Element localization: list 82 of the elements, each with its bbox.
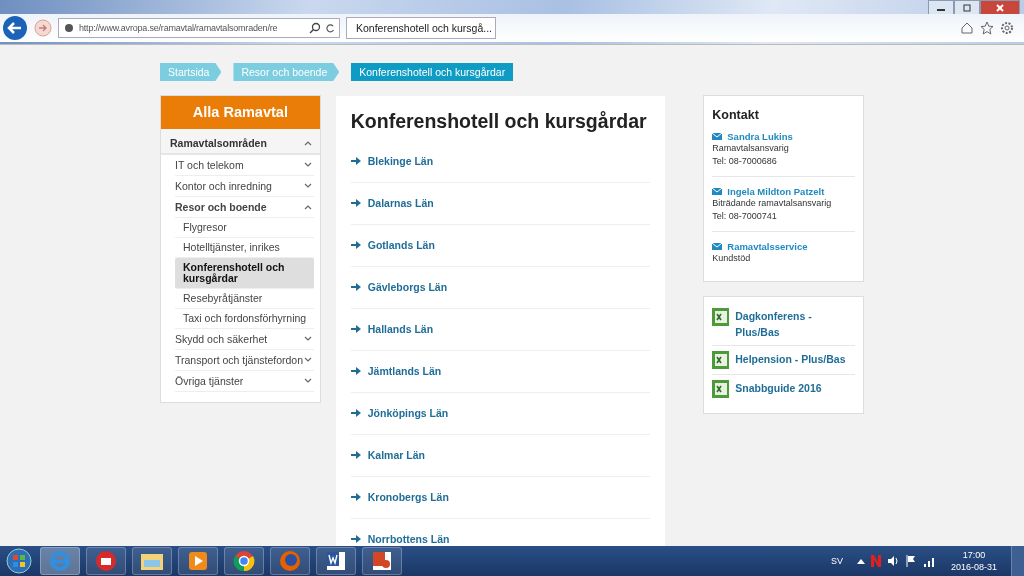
nav-item[interactable]: Övriga tjänster: [175, 371, 314, 392]
arrow-icon: [350, 492, 361, 501]
contact-link[interactable]: Ramavtalsservice: [727, 241, 808, 252]
chevron-icon: [303, 140, 312, 146]
mail-taskbar-icon[interactable]: [86, 547, 126, 575]
document-link[interactable]: Dagkonferens - Plus/Bas: [735, 308, 855, 340]
county-link[interactable]: Kalmar Län: [367, 448, 425, 461]
county-link[interactable]: Norrbottens Län: [367, 532, 450, 545]
arrow-icon: [350, 366, 361, 375]
document-link[interactable]: Helpension - Plus/Bas: [735, 351, 846, 367]
arrow-icon: [350, 450, 361, 459]
nav-subitem[interactable]: Flygresor: [175, 218, 314, 238]
page-heading: Konferenshotell och kursgårdar: [350, 110, 648, 133]
spreadsheet-icon: [712, 380, 730, 398]
contact-link[interactable]: Ingela Mildton Patzelt: [727, 186, 825, 197]
county-link[interactable]: Gävleborgs Län: [367, 280, 448, 293]
mail-icon: [712, 243, 723, 250]
county-link[interactable]: Kronobergs Län: [367, 490, 449, 503]
arrow-icon: [350, 240, 361, 249]
chevron-icon: [303, 183, 312, 189]
contact-detail: Ramavtalsansvarig: [712, 142, 790, 155]
restore-icon: [962, 4, 972, 12]
nav-item[interactable]: Resor och boende: [175, 197, 314, 218]
spreadsheet-icon: [712, 308, 730, 326]
signal-icon[interactable]: [922, 555, 937, 567]
contact-link[interactable]: Sandra Lukins: [727, 131, 793, 142]
volume-icon[interactable]: [886, 555, 899, 567]
chevron-icon: [303, 378, 312, 384]
contact-detail: Tel: 08-7000686: [712, 155, 778, 168]
section-header[interactable]: Ramavtalsområden: [161, 129, 320, 155]
home-icon[interactable]: [960, 21, 974, 35]
contact-detail: Biträdande ramavtalsansvarig: [712, 197, 833, 210]
nav-item[interactable]: Kontor och inredning: [175, 176, 314, 197]
browser-tab[interactable]: Konferenshotell och kursgå...: [346, 17, 496, 39]
nav-item[interactable]: Skydd och säkerhet: [175, 329, 314, 350]
flag-icon[interactable]: [904, 555, 917, 567]
nav-subitem[interactable]: Konferenshotell och kursgårdar: [175, 258, 314, 289]
chevron-icon: [303, 336, 312, 342]
nav-item[interactable]: Transport och tjänstefordon: [175, 350, 314, 371]
mail-icon: [712, 133, 723, 140]
document-link[interactable]: Snabbguide 2016: [735, 380, 822, 396]
chevron-icon: [303, 204, 312, 210]
forward-icon[interactable]: [34, 19, 52, 37]
county-link[interactable]: Hallands Län: [367, 322, 434, 335]
card-title: Kontakt: [712, 108, 760, 122]
breadcrumb-link[interactable]: Konferenshotell och kursgårdar: [351, 63, 514, 81]
site-icon: [63, 22, 75, 34]
spreadsheet-icon: [712, 351, 730, 369]
county-link[interactable]: Blekinge Län: [367, 154, 434, 167]
nav-item[interactable]: IT och telekom: [175, 155, 314, 176]
folder-taskbar-icon[interactable]: [132, 547, 172, 575]
contact-detail: Tel: 08-7000741: [712, 210, 778, 223]
arrow-icon: [350, 408, 361, 417]
close-icon: [995, 4, 1005, 12]
word-taskbar-icon[interactable]: [316, 547, 356, 575]
search-icon[interactable]: [309, 22, 321, 34]
nav-subitem[interactable]: Resebyråtjänster: [175, 289, 314, 309]
arrow-icon: [350, 198, 361, 207]
county-link[interactable]: Gotlands Län: [367, 238, 435, 251]
media-player-taskbar-icon[interactable]: [178, 547, 218, 575]
star-icon[interactable]: [980, 21, 994, 35]
arrow-icon: [350, 282, 361, 291]
contact-detail: Kundstöd: [712, 252, 752, 265]
back-icon[interactable]: [2, 15, 28, 41]
clock[interactable]: 17:00 2016-08-31: [950, 549, 997, 573]
mail-icon: [712, 188, 723, 195]
arrow-icon: [350, 324, 361, 333]
arrow-icon: [350, 534, 361, 543]
language-indicator[interactable]: SV: [830, 556, 843, 566]
chevron-icon: [303, 357, 312, 363]
chrome-taskbar-icon[interactable]: [224, 547, 264, 575]
settings-icon[interactable]: [1000, 21, 1014, 35]
tray-expand-icon[interactable]: [856, 558, 865, 564]
county-link[interactable]: Dalarnas Län: [367, 196, 434, 209]
county-link[interactable]: Jönköpings Län: [367, 406, 449, 419]
address-field[interactable]: http://www.avropa.se/ramavtal/ramavtalsomraden/re: [58, 18, 340, 38]
start-icon[interactable]: [4, 547, 34, 575]
arrow-icon: [350, 156, 361, 165]
nav-subitem[interactable]: Taxi och fordonsförhyrning: [175, 309, 314, 329]
county-link[interactable]: Jämtlands Län: [367, 364, 442, 377]
chevron-icon: [303, 162, 312, 168]
refresh-icon[interactable]: [325, 22, 335, 34]
